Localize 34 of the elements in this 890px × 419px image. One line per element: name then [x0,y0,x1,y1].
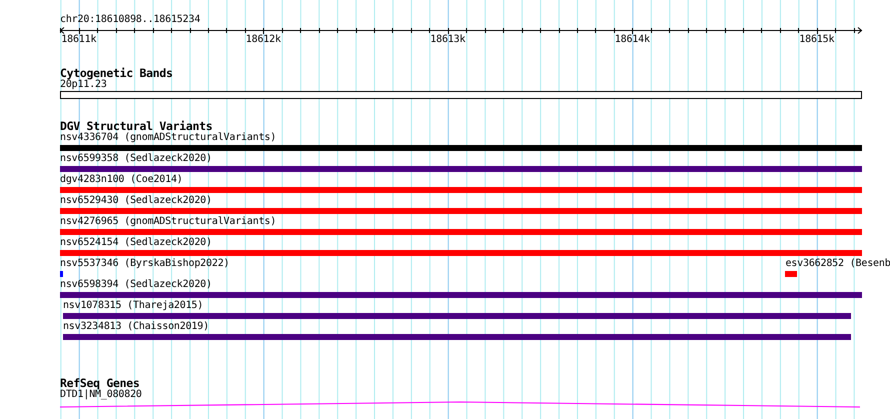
tick-label: 18611k [61,34,96,46]
feature-label: nsv1078315 (Thareja2015) [62,300,204,312]
variant-bar[interactable] [60,250,862,256]
variant-bar[interactable] [785,271,797,277]
track-title: DGV Structural Variants [60,120,212,132]
track-title: Cytogenetic Bands [60,67,174,79]
variant-bar[interactable] [60,208,862,214]
feature-label: nsv6599358 (Sedlazeck2020) [60,153,212,165]
tick-label: 18615k [799,34,834,46]
feature-label: nsv6529430 (Sedlazeck2020) [60,195,212,207]
track-title: RefSeq Genes [60,377,140,389]
gene-line[interactable] [60,402,860,408]
feature-label: nsv5537346 (ByrskaBishop2022) [60,258,230,270]
feature-label: nsv4276965 (gnomADStructuralVariants) [60,216,276,228]
location-label: chr20:18610898..18615234 [60,14,202,26]
variant-bar[interactable] [60,292,862,298]
gene-label: DTD1|NM_080820 [60,389,143,401]
tick-label: 18614k [614,34,650,46]
variant-bar[interactable] [60,145,862,151]
band-label: 20p11.23 [60,79,107,91]
feature-label: nsv6598394 (Sedlazeck2020) [60,279,212,291]
variant-bar[interactable] [60,271,63,277]
variant-bar[interactable] [60,229,862,235]
feature-label: nsv4336704 (gnomADStructuralVariants) [60,132,276,144]
variant-bar[interactable] [60,187,862,193]
variant-bar[interactable] [62,313,851,319]
feature-label: nsv6524154 (Sedlazeck2020) [60,237,212,249]
variant-bar[interactable] [60,166,862,172]
feature-label: esv3662852 (Besenb [785,258,890,270]
feature-label: nsv3234813 (Chaisson2019) [62,321,209,333]
variant-bar[interactable] [62,334,852,340]
tick-label: 18612k [246,34,281,46]
tick-label: 18613k [430,34,466,46]
feature-label: dgv4283n100 (Coe2014) [60,174,183,186]
